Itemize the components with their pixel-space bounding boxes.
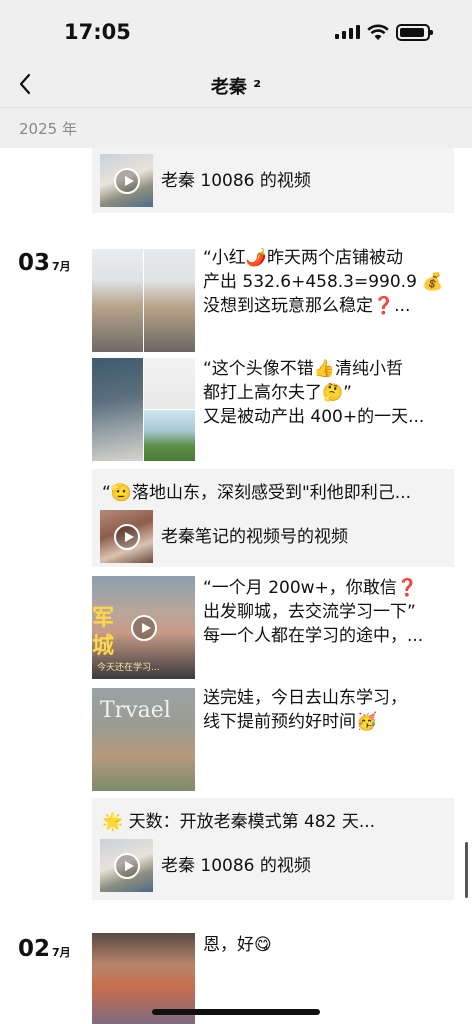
post-images[interactable]	[92, 249, 195, 352]
date-label: 03 7月	[18, 250, 71, 276]
post-line: 出发聊城，去交流学习一下”	[203, 602, 416, 622]
post-image	[92, 358, 143, 461]
video-title: 老秦 10086 的视频	[161, 171, 311, 191]
video-title: 老秦笔记的视频号的视频	[161, 527, 348, 547]
post-line: 都打上高尔夫了🤔”	[203, 383, 352, 403]
scrollbar[interactable]	[465, 842, 468, 898]
thumb-overlay-text: Trvael	[100, 698, 171, 723]
video-thumbnail	[100, 510, 153, 563]
status-time: 17:05	[64, 20, 131, 44]
shared-video-card[interactable]: 🌟 天数：开放老秦模式第 482 天... 老秦 10086 的视频	[92, 798, 454, 900]
page-title: 老秦 ²	[210, 77, 262, 98]
post-text[interactable]: 恩，好😋	[203, 933, 453, 957]
battery-icon	[396, 24, 433, 41]
nav-bar: 老秦 ²	[0, 62, 472, 108]
date-month: 7月	[52, 260, 71, 273]
date-label: 02 7月	[18, 936, 71, 962]
post-line: “一个月 200w+，你敢信❓	[203, 578, 418, 598]
thumb-caption: 今天还在学习...	[97, 663, 160, 673]
cellular-signal-icon	[335, 25, 360, 39]
post-text[interactable]: “一个月 200w+，你敢信❓ 出发聊城，去交流学习一下” 每一个人都在学习的途…	[203, 576, 453, 648]
post-image	[144, 410, 195, 461]
video-card[interactable]: 老秦 10086 的视频	[92, 148, 454, 213]
post-line: 线下提前预约好时间🥳	[203, 712, 378, 732]
post-image	[144, 358, 195, 409]
play-icon	[113, 167, 140, 194]
post-text[interactable]: “这个头像不错👍清纯小哲 都打上高尔夫了🤔” 又是被动产出 400+的一天...	[203, 357, 453, 429]
post-line: 产出 532.6+458.3=990.9 💰	[203, 272, 444, 292]
play-icon	[113, 852, 140, 879]
post-image	[92, 249, 143, 352]
video-thumbnail	[100, 154, 153, 207]
date-month: 7月	[52, 946, 71, 959]
play-icon	[130, 614, 157, 641]
post-line: “这个头像不错👍清纯小哲	[203, 359, 403, 379]
year-header: 2025 年	[0, 108, 472, 148]
post-line: “小红🌶️昨天两个店铺被动	[203, 248, 403, 268]
post-video[interactable]: 军 城 今天还在学习...	[92, 576, 195, 679]
video-thumbnail	[100, 839, 153, 892]
post-line: 没想到这玩意那么稳定❓...	[203, 296, 411, 316]
play-icon	[113, 523, 140, 550]
post-text[interactable]: “小红🌶️昨天两个店铺被动 产出 532.6+458.3=990.9 💰 没想到…	[203, 246, 453, 318]
post-images[interactable]: Trvael	[92, 688, 195, 791]
post-line: 送完娃，今日去山东学习，	[203, 688, 407, 708]
post-text[interactable]: 送完娃，今日去山东学习， 线下提前预约好时间🥳	[203, 686, 453, 734]
wifi-icon	[367, 24, 389, 40]
post-line: 每一个人都在学习的途中，...	[203, 626, 424, 646]
post-line: 恩，好😋	[203, 935, 272, 955]
post-image	[144, 249, 195, 352]
date-day: 03	[18, 250, 51, 276]
year-label: 2025 年	[19, 120, 77, 138]
post-line: 又是被动产出 400+的一天...	[203, 407, 425, 427]
post-images[interactable]	[92, 358, 195, 461]
video-title: 老秦 10086 的视频	[161, 856, 311, 876]
card-quote: 🌟 天数：开放老秦模式第 482 天...	[102, 812, 376, 832]
thumb-overlay-text: 城	[92, 634, 115, 659]
date-day: 02	[18, 936, 51, 962]
card-quote: “🫡落地山东，深刻感受到"利他即利己...	[102, 483, 412, 503]
shared-video-card[interactable]: “🫡落地山东，深刻感受到"利他即利己... 老秦笔记的视频号的视频	[92, 469, 454, 567]
status-bar: 17:05	[0, 0, 472, 62]
home-indicator[interactable]	[152, 1009, 320, 1015]
